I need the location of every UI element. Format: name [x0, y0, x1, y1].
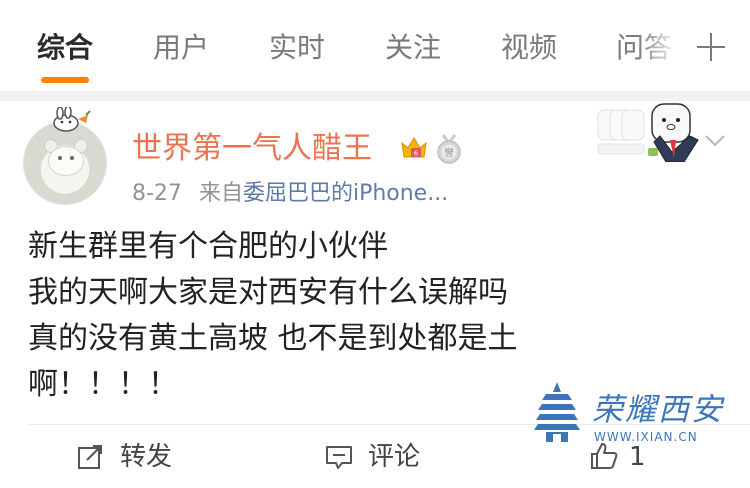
- post-meta: 8-27 来自委屈巴巴的iPhone...: [132, 178, 448, 210]
- post-content-line: 新生群里有个合肥的小伙伴: [28, 229, 388, 264]
- tab-users[interactable]: 用户: [153, 28, 209, 68]
- watermark-logo-icon: [534, 382, 580, 442]
- post-username[interactable]: 世界第一气人醋王: [132, 129, 372, 169]
- tab-following[interactable]: 关注: [385, 28, 441, 68]
- source-prefix: 来自: [198, 181, 243, 206]
- post-content-line: 真的没有黄土高坡 也不是到处都是土: [28, 321, 518, 356]
- repost-label: 转发: [120, 442, 173, 472]
- comment-label: 评论: [368, 442, 421, 472]
- comment-icon: [326, 446, 352, 469]
- crown-icon[interactable]: 6: [399, 133, 429, 163]
- tab-comprehensive[interactable]: 综合: [37, 28, 93, 68]
- avatar-eye-right: [70, 156, 74, 160]
- active-tab-indicator: [41, 77, 89, 83]
- avatar[interactable]: [23, 121, 107, 205]
- comment-button[interactable]: 评论: [324, 437, 444, 477]
- tab-video[interactable]: 视频: [501, 28, 557, 68]
- post-source[interactable]: 委屈巴巴的iPhone...: [243, 181, 448, 206]
- post-content: 新生群里有个合肥的小伙伴 我的天啊大家是对西安有什么误解吗 真的没有黄土高坡 也…: [28, 224, 728, 408]
- repost-icon: [78, 445, 102, 469]
- medal-icon[interactable]: 誉: [434, 133, 464, 165]
- card-sticker-icon: [597, 103, 699, 162]
- add-tab-plus-icon[interactable]: [694, 30, 728, 64]
- tab-fade: [638, 22, 686, 78]
- watermark-url: WWW.IXIAN.CN: [594, 430, 698, 444]
- svg-text:6: 6: [414, 150, 419, 158]
- avatar-face: [48, 146, 84, 176]
- post-date: 8-27: [132, 181, 182, 206]
- search-tab-bar: 综合 用户 实时 关注 视频 问答: [0, 0, 750, 90]
- avatar-eye-left: [58, 156, 62, 160]
- tab-realtime[interactable]: 实时: [269, 28, 325, 68]
- watermark-title: 荣耀西安: [592, 392, 724, 428]
- thumbs-up-icon: [591, 443, 618, 469]
- post-content-line: 我的天啊大家是对西安有什么误解吗: [28, 275, 508, 310]
- tab-qa-clip: 问答: [612, 22, 686, 78]
- avatar-pendant-rabbit-icon: [53, 107, 91, 132]
- svg-text:誉: 誉: [444, 146, 454, 159]
- chevron-down-icon[interactable]: [704, 134, 726, 148]
- repost-button[interactable]: 转发: [76, 437, 196, 477]
